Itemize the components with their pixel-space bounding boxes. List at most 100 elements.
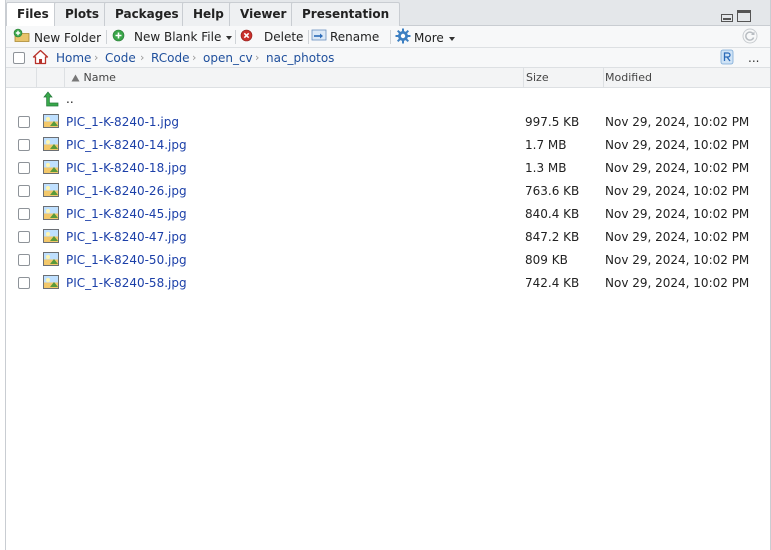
file-size: 809 KB bbox=[525, 253, 568, 267]
parent-directory-link[interactable]: .. bbox=[66, 88, 74, 111]
tab-packages[interactable]: Packages bbox=[104, 2, 190, 26]
toolbar-divider bbox=[235, 30, 236, 44]
table-row[interactable]: PIC_1-K-8240-26.jpg 763.6 KB Nov 29, 202… bbox=[6, 180, 770, 203]
breadcrumb-separator: › bbox=[94, 51, 99, 64]
table-row[interactable]: PIC_1-K-8240-18.jpg 1.3 MB Nov 29, 2024,… bbox=[6, 157, 770, 180]
file-size: 1.3 MB bbox=[525, 161, 567, 175]
table-row[interactable]: PIC_1-K-8240-47.jpg 847.2 KB Nov 29, 202… bbox=[6, 226, 770, 249]
new-blank-file-label: New Blank File bbox=[134, 30, 222, 44]
refresh-icon bbox=[742, 28, 758, 49]
select-all-checkbox[interactable] bbox=[13, 52, 25, 64]
file-name-link[interactable]: PIC_1-K-8240-50.jpg bbox=[66, 249, 187, 272]
image-file-icon bbox=[43, 252, 59, 266]
row-checkbox[interactable] bbox=[18, 208, 30, 220]
file-size: 840.4 KB bbox=[525, 207, 580, 221]
file-modified: Nov 29, 2024, 10:02 PM bbox=[605, 253, 750, 267]
name-column-header[interactable]: Name bbox=[64, 68, 523, 88]
file-name-link[interactable]: PIC_1-K-8240-45.jpg bbox=[66, 203, 187, 226]
file-name-link[interactable]: PIC_1-K-8240-26.jpg bbox=[66, 180, 187, 203]
file-name-link[interactable]: PIC_1-K-8240-58.jpg bbox=[66, 272, 187, 295]
breadcrumb-code[interactable]: Code bbox=[105, 50, 136, 66]
modified-column-header[interactable]: Modified bbox=[603, 68, 771, 88]
file-size: 1.7 MB bbox=[525, 138, 567, 152]
project-icon[interactable] bbox=[720, 49, 734, 68]
icon-column-header bbox=[36, 68, 64, 88]
parent-directory-row[interactable]: .. bbox=[6, 88, 770, 111]
row-checkbox[interactable] bbox=[18, 162, 30, 174]
delete-label: Delete bbox=[264, 30, 304, 44]
tab-viewer[interactable]: Viewer bbox=[229, 2, 298, 26]
sort-ascending-icon bbox=[71, 74, 80, 82]
tab-files[interactable]: Files bbox=[6, 2, 60, 27]
file-modified: Nov 29, 2024, 10:02 PM bbox=[605, 115, 750, 129]
breadcrumb-rcode[interactable]: RCode bbox=[151, 50, 189, 66]
image-file-icon bbox=[43, 114, 59, 128]
image-file-icon bbox=[43, 206, 59, 220]
file-size: 742.4 KB bbox=[525, 276, 580, 290]
rename-button[interactable]: Rename bbox=[311, 28, 379, 46]
delete-button[interactable]: Delete bbox=[240, 28, 303, 46]
files-pane: Files Plots Packages Help Viewer Present… bbox=[5, 0, 771, 550]
tab-plots[interactable]: Plots bbox=[54, 2, 111, 26]
files-toolbar: New Folder New Blank File Delete Rename … bbox=[6, 26, 770, 48]
table-row[interactable]: PIC_1-K-8240-58.jpg 742.4 KB Nov 29, 202… bbox=[6, 272, 770, 295]
minimize-pane-icon[interactable] bbox=[721, 14, 733, 22]
breadcrumb-nac-photos[interactable]: nac_photos bbox=[266, 50, 334, 66]
table-row[interactable]: PIC_1-K-8240-45.jpg 840.4 KB Nov 29, 202… bbox=[6, 203, 770, 226]
gear-icon bbox=[395, 28, 411, 49]
pane-tab-bar: Files Plots Packages Help Viewer Present… bbox=[6, 0, 770, 27]
home-icon[interactable] bbox=[32, 49, 49, 68]
file-modified: Nov 29, 2024, 10:02 PM bbox=[605, 138, 750, 152]
maximize-pane-icon[interactable] bbox=[737, 10, 751, 22]
table-row[interactable]: PIC_1-K-8240-14.jpg 1.7 MB Nov 29, 2024,… bbox=[6, 134, 770, 157]
file-size: 847.2 KB bbox=[525, 230, 580, 244]
new-folder-label: New Folder bbox=[34, 30, 102, 45]
file-list-header: Name Size Modified bbox=[6, 68, 770, 88]
up-arrow-icon bbox=[43, 91, 59, 110]
refresh-button[interactable] bbox=[742, 28, 758, 46]
row-checkbox[interactable] bbox=[18, 185, 30, 197]
chevron-down-icon bbox=[448, 36, 455, 41]
file-modified: Nov 29, 2024, 10:02 PM bbox=[605, 207, 750, 221]
file-size: 997.5 KB bbox=[525, 115, 580, 129]
row-checkbox[interactable] bbox=[18, 254, 30, 266]
breadcrumb-more-button[interactable]: ... bbox=[748, 50, 759, 66]
tab-presentation[interactable]: Presentation bbox=[291, 2, 401, 26]
file-modified: Nov 29, 2024, 10:02 PM bbox=[605, 184, 750, 198]
table-row[interactable]: PIC_1-K-8240-1.jpg 997.5 KB Nov 29, 2024… bbox=[6, 111, 770, 134]
size-column-header[interactable]: Size bbox=[523, 68, 603, 88]
file-name-link[interactable]: PIC_1-K-8240-18.jpg bbox=[66, 157, 187, 180]
row-checkbox[interactable] bbox=[18, 277, 30, 289]
delete-icon bbox=[240, 29, 253, 47]
file-modified: Nov 29, 2024, 10:02 PM bbox=[605, 276, 750, 290]
row-checkbox[interactable] bbox=[18, 139, 30, 151]
size-column-label: Size bbox=[526, 71, 549, 84]
image-file-icon bbox=[43, 275, 59, 289]
more-button[interactable]: More bbox=[395, 28, 455, 46]
add-file-icon bbox=[112, 29, 125, 47]
breadcrumb: Home › Code › RCode › open_cv › nac_phot… bbox=[6, 48, 770, 68]
new-blank-file-button[interactable]: New Blank File bbox=[112, 28, 233, 47]
file-size: 763.6 KB bbox=[525, 184, 580, 198]
breadcrumb-home[interactable]: Home bbox=[56, 50, 91, 66]
toolbar-divider bbox=[390, 30, 391, 44]
row-checkbox[interactable] bbox=[18, 231, 30, 243]
file-name-link[interactable]: PIC_1-K-8240-14.jpg bbox=[66, 134, 187, 157]
tab-help[interactable]: Help bbox=[182, 2, 235, 26]
rename-icon bbox=[311, 28, 327, 47]
new-folder-button[interactable]: New Folder bbox=[13, 28, 101, 46]
image-file-icon bbox=[43, 137, 59, 151]
toolbar-divider bbox=[106, 30, 107, 44]
breadcrumb-separator: › bbox=[192, 51, 197, 64]
file-name-link[interactable]: PIC_1-K-8240-1.jpg bbox=[66, 111, 179, 134]
breadcrumb-open-cv[interactable]: open_cv bbox=[203, 50, 253, 66]
file-name-link[interactable]: PIC_1-K-8240-47.jpg bbox=[66, 226, 187, 249]
toolbar-divider bbox=[308, 30, 309, 44]
image-file-icon bbox=[43, 229, 59, 243]
more-label: More bbox=[414, 31, 444, 45]
image-file-icon bbox=[43, 183, 59, 197]
breadcrumb-separator: › bbox=[140, 51, 145, 64]
rename-label: Rename bbox=[330, 30, 380, 44]
row-checkbox[interactable] bbox=[18, 116, 30, 128]
table-row[interactable]: PIC_1-K-8240-50.jpg 809 KB Nov 29, 2024,… bbox=[6, 249, 770, 272]
